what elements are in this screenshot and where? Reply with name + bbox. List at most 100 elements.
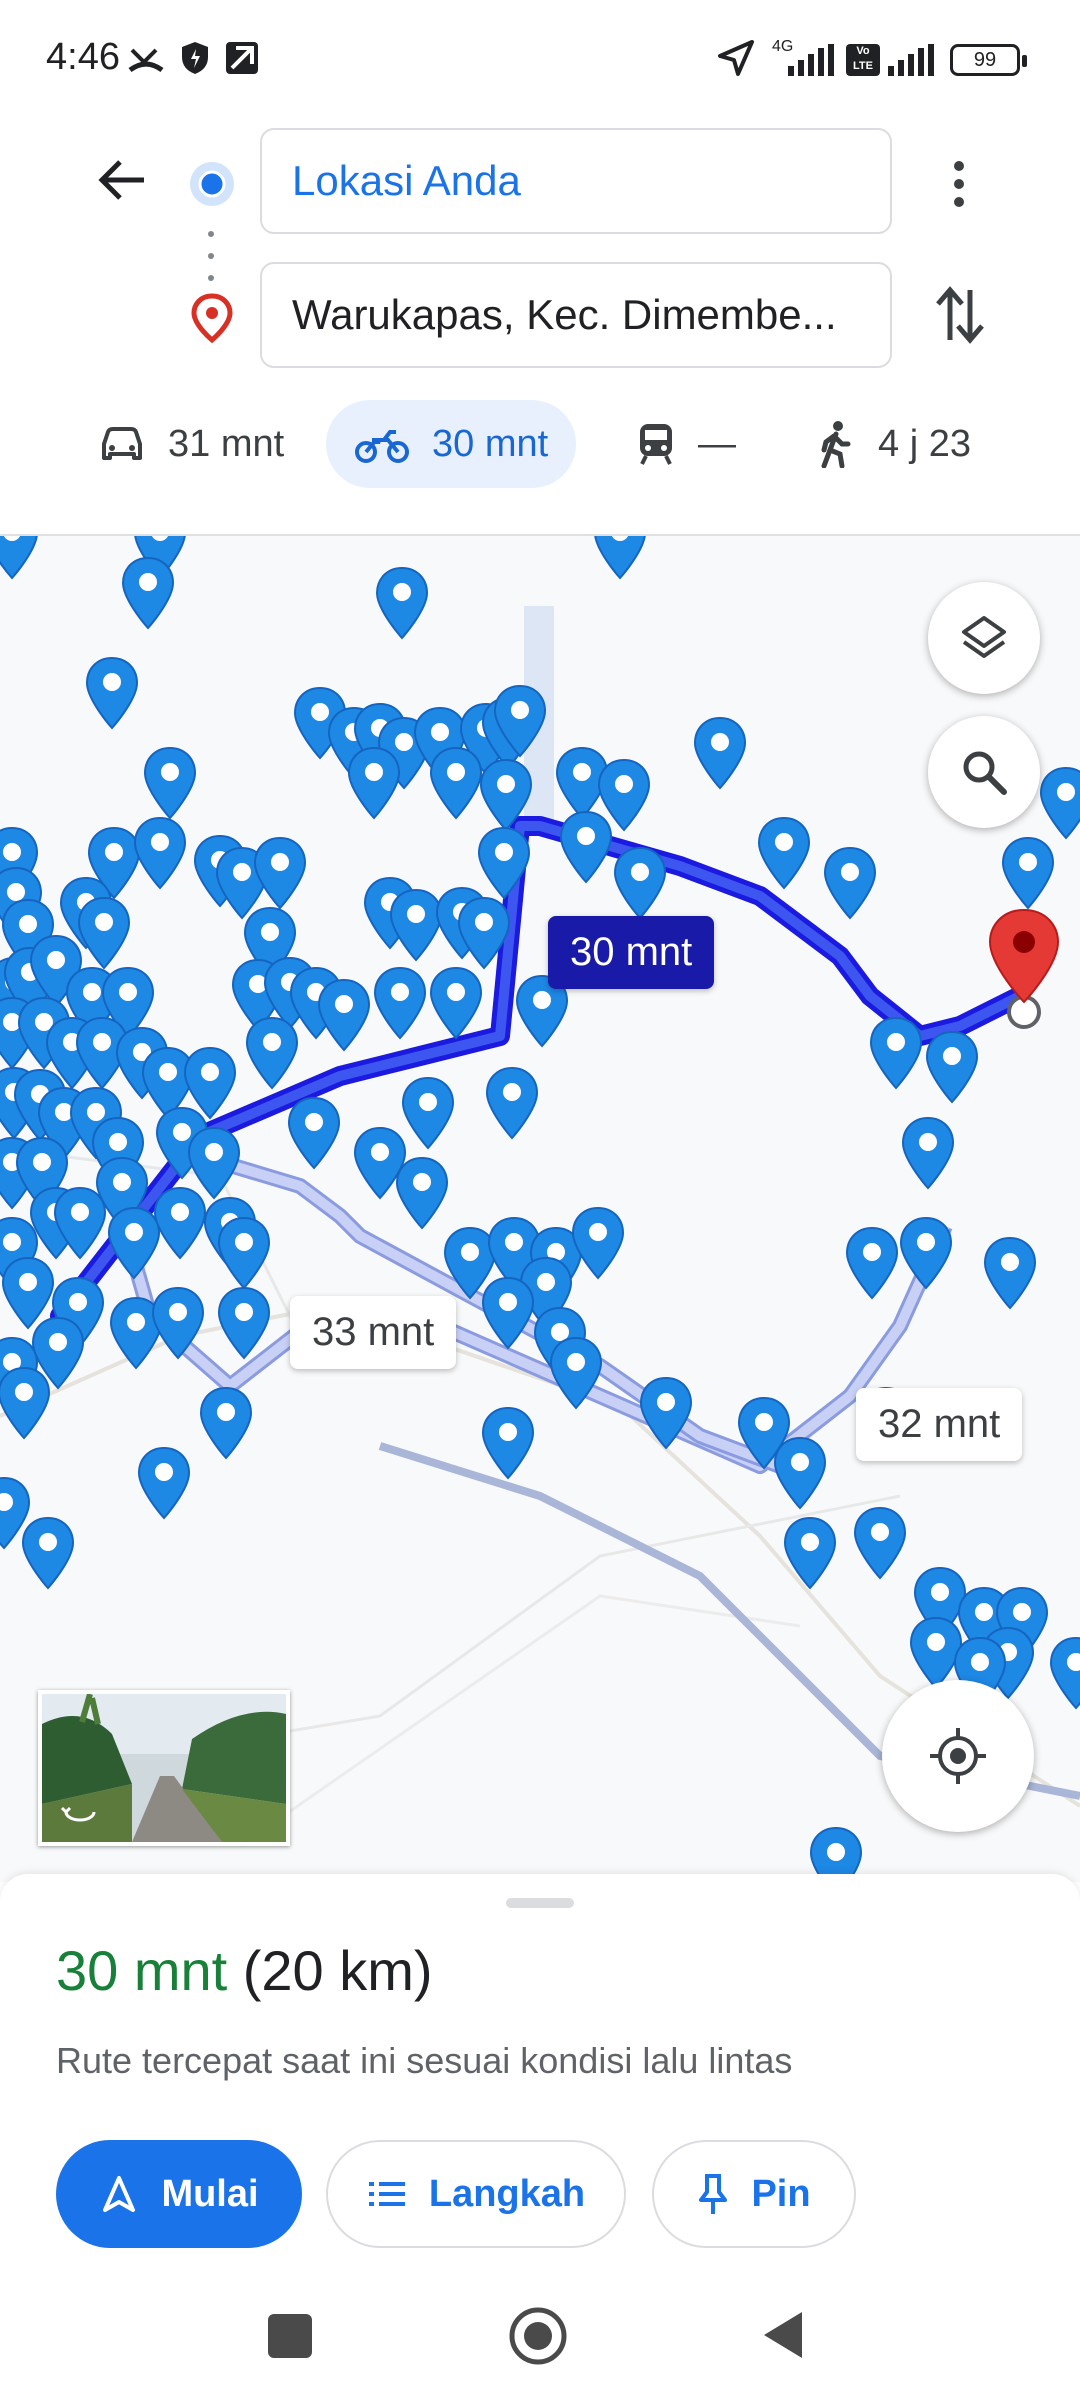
photo-marker-icon[interactable] [373, 966, 427, 1040]
route-summary: 30 mnt (20 km) [56, 1938, 433, 2003]
start-button[interactable]: Mulai [56, 2140, 302, 2248]
photo-marker-icon[interactable] [1001, 836, 1055, 910]
photo-marker-icon[interactable] [0, 536, 38, 580]
photo-marker-icon[interactable] [783, 1516, 837, 1590]
photo-marker-icon[interactable] [773, 1436, 827, 1510]
swap-vertical-icon[interactable] [934, 284, 986, 346]
photo-marker-icon[interactable] [481, 1406, 535, 1480]
mode-motorcycle[interactable]: 30 mnt [326, 400, 577, 488]
mode-transit[interactable]: — [636, 400, 736, 488]
photo-marker-icon[interactable] [183, 1046, 237, 1120]
missed-call-icon [128, 48, 164, 73]
mode-walk[interactable]: 4 j 23 [816, 400, 971, 488]
photo-marker-icon[interactable] [245, 1016, 299, 1090]
photo-marker-icon[interactable] [199, 1386, 253, 1460]
photo-marker-icon[interactable] [137, 1446, 191, 1520]
photo-marker-icon[interactable] [594, 536, 646, 580]
map-view[interactable]: 30 mnt 33 mnt 32 mnt [0, 534, 1080, 1882]
photo-marker-icon[interactable] [559, 810, 613, 884]
my-location-button[interactable] [882, 1680, 1034, 1832]
arrow-left-icon[interactable] [96, 156, 148, 204]
photo-marker-icon[interactable] [549, 1336, 603, 1410]
photo-marker-icon[interactable] [85, 656, 139, 730]
volte-badge: Vo LTE [846, 44, 880, 76]
route-label-selected[interactable]: 30 mnt [548, 916, 715, 989]
more-vert-icon[interactable] [944, 156, 974, 212]
photo-marker-icon[interactable] [375, 566, 429, 640]
route-label-alt2[interactable]: 32 mnt [856, 1388, 1023, 1461]
photo-marker-icon[interactable] [287, 1096, 341, 1170]
photo-marker-icon[interactable] [477, 826, 531, 900]
photo-marker-icon[interactable] [347, 746, 401, 820]
photo-marker-icon[interactable] [253, 836, 307, 910]
photo-marker-icon[interactable] [77, 896, 131, 970]
photo-marker-icon[interactable] [899, 1216, 953, 1290]
photo-marker-icon[interactable] [479, 758, 533, 832]
photo-marker-icon[interactable] [853, 1506, 907, 1580]
photo-marker-icon[interactable] [153, 1186, 207, 1260]
mode-car[interactable]: 31 mnt [98, 400, 284, 488]
photo-marker-icon[interactable] [317, 978, 371, 1052]
photo-marker-icon[interactable] [571, 1206, 625, 1280]
recents-button[interactable] [268, 2314, 312, 2358]
steps-button[interactable]: Langkah [326, 2140, 626, 2248]
photo-marker-icon[interactable] [389, 888, 443, 962]
home-button[interactable] [508, 2306, 568, 2366]
photo-marker-icon[interactable] [151, 1286, 205, 1360]
photo-marker-icon[interactable] [429, 746, 483, 820]
search-along-route-button[interactable] [928, 716, 1040, 828]
image-app-icon [226, 42, 258, 74]
destination-field[interactable]: Warukapas, Kec. Dimembe... [260, 262, 892, 368]
navigation-arrow-icon [103, 2176, 136, 2212]
photo-marker-icon[interactable] [481, 1276, 535, 1350]
photo-marker-icon[interactable] [693, 716, 747, 790]
photo-marker-icon[interactable] [757, 816, 811, 890]
route-summary-sheet[interactable]: 30 mnt (20 km) Rute tercepat saat ini se… [0, 1874, 1080, 2400]
photo-marker-icon[interactable] [429, 966, 483, 1040]
photo-marker-icon[interactable] [1049, 1636, 1080, 1710]
photo-marker-icon[interactable] [869, 1016, 923, 1090]
photo-marker-icon[interactable] [909, 1616, 963, 1690]
pin-icon [699, 2174, 728, 2214]
drag-handle[interactable] [506, 1898, 574, 1908]
photo-marker-icon[interactable] [1039, 766, 1080, 840]
photo-marker-icon[interactable] [107, 1206, 161, 1280]
photo-marker-icon[interactable] [613, 846, 667, 920]
route-label-alt1[interactable]: 33 mnt [290, 1296, 457, 1369]
photo-marker-icon[interactable] [901, 1116, 955, 1190]
photo-marker-icon[interactable] [217, 1286, 271, 1360]
layers-button[interactable] [928, 582, 1040, 694]
photo-marker-icon[interactable] [121, 556, 175, 630]
photo-marker-icon[interactable] [1, 1256, 55, 1330]
destination-pin-icon [191, 293, 233, 344]
photo-marker-icon[interactable] [823, 846, 877, 920]
photo-marker-icon[interactable] [143, 746, 197, 820]
travel-mode-tabs: 31 mnt 30 mnt — 4 j 23 [0, 400, 1080, 490]
battery-indicator: 99 [950, 44, 1027, 76]
photo-marker-icon[interactable] [187, 1126, 241, 1200]
photo-marker-icon[interactable] [217, 1216, 271, 1290]
photo-marker-icon[interactable] [395, 1156, 449, 1230]
photo-marker-icon[interactable] [597, 758, 651, 832]
photo-marker-icon[interactable] [485, 1066, 539, 1140]
photo-marker-icon[interactable] [21, 1516, 75, 1590]
photo-marker-icon[interactable] [639, 1376, 693, 1450]
mode-motorcycle-label: 30 mnt [432, 422, 549, 465]
back-nav-button[interactable] [760, 2308, 806, 2362]
photo-marker-icon[interactable] [401, 1076, 455, 1150]
photo-marker-icon[interactable] [983, 1236, 1037, 1310]
photo-marker-icon[interactable] [133, 816, 187, 890]
photo-marker-icon[interactable] [845, 1226, 899, 1300]
street-view-thumbnail[interactable] [38, 1690, 290, 1846]
route-note: Rute tercepat saat ini sesuai kondisi la… [56, 2040, 793, 2081]
photo-marker-icon[interactable] [925, 1030, 979, 1104]
destination-marker-icon[interactable] [986, 906, 1062, 1006]
shield-icon [182, 42, 208, 74]
origin-field[interactable]: Lokasi Anda [260, 128, 892, 234]
pin-button[interactable]: Pin [652, 2140, 856, 2248]
photo-marker-icon[interactable] [457, 896, 511, 970]
walk-icon [821, 421, 851, 468]
location-arrow-icon [718, 40, 754, 76]
street-view-image [42, 1694, 286, 1842]
photo-marker-icon[interactable] [0, 1366, 51, 1440]
